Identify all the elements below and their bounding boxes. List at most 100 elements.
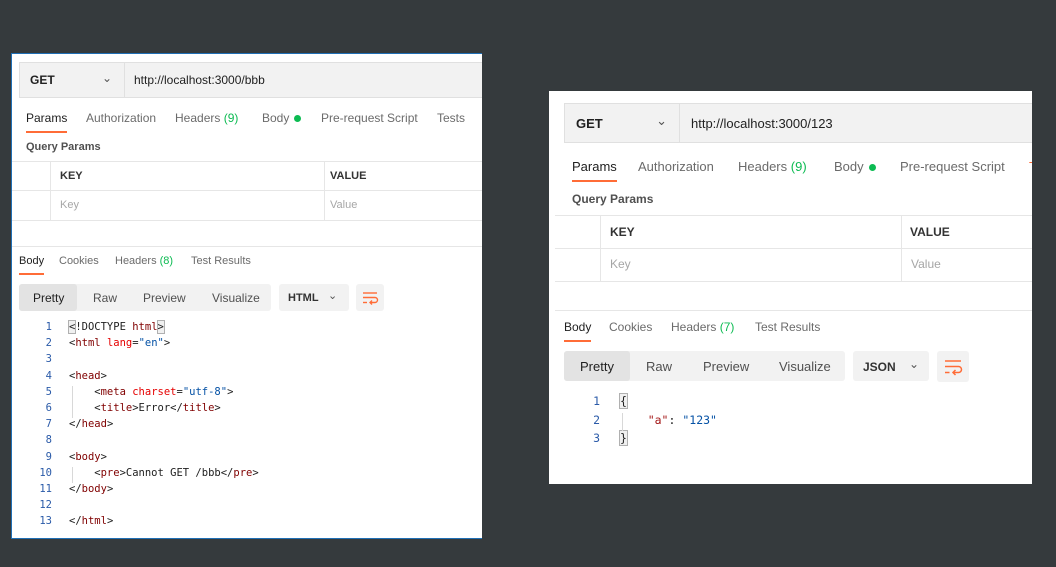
tab-tests[interactable]: Tests	[437, 111, 465, 125]
chevron-down-icon: ⌄	[656, 113, 667, 128]
method-select[interactable]: GET ⌄	[20, 63, 125, 97]
status-dot-icon	[868, 164, 876, 172]
method-label: GET	[576, 116, 603, 131]
line-number: 4	[45, 369, 52, 382]
table-bottom-border	[555, 281, 1032, 282]
tab-body-label: Body	[262, 111, 290, 125]
code-line: </head>	[69, 418, 114, 431]
code-line: }	[619, 430, 628, 446]
line-number: 10	[39, 466, 52, 479]
tab-params[interactable]: Params	[572, 159, 617, 182]
view-visualize[interactable]: Visualize	[779, 359, 831, 374]
response-tab-headers[interactable]: Headers (8)	[115, 255, 173, 267]
wrap-lines-icon	[363, 292, 379, 305]
response-tab-cookies[interactable]: Cookies	[59, 255, 99, 267]
postman-window-right: GET ⌄ http://localhost:3000/123 Params A…	[549, 91, 1032, 484]
wrap-lines-button[interactable]	[356, 284, 384, 311]
table-bottom-border	[12, 220, 482, 221]
code-line: "a": "123"	[647, 412, 717, 427]
view-pretty[interactable]: Pretty	[33, 291, 64, 305]
url-bar: GET ⌄ http://localhost:3000/bbb	[19, 62, 482, 98]
view-raw[interactable]: Raw	[93, 291, 117, 305]
format-select[interactable]: HTML ⌄	[279, 284, 349, 311]
response-tab-headers[interactable]: Headers (7)	[671, 320, 734, 334]
query-params-label: Query Params	[572, 192, 654, 206]
line-number: 3	[45, 353, 52, 366]
indent-guide	[622, 412, 623, 431]
response-divider	[555, 310, 1032, 311]
value-header: VALUE	[910, 225, 950, 239]
chevron-down-icon: ⌄	[909, 357, 920, 371]
value-header: VALUE	[330, 170, 367, 182]
tab-authorization[interactable]: Authorization	[638, 159, 714, 174]
response-headers-label: Headers	[115, 255, 157, 267]
method-select[interactable]: GET ⌄	[565, 104, 680, 142]
line-number: 12	[39, 499, 52, 512]
headers-count: (9)	[790, 159, 807, 174]
wrap-lines-icon	[945, 360, 963, 376]
indent-guide	[72, 385, 73, 419]
response-divider	[12, 246, 482, 247]
tab-body[interactable]: Body	[834, 159, 876, 174]
method-label: GET	[30, 73, 55, 87]
line-number: 7	[45, 418, 52, 431]
url-input[interactable]: http://localhost:3000/123	[691, 116, 833, 131]
code-line: <pre>Cannot GET /bbb</pre>	[69, 466, 259, 479]
chevron-down-icon: ⌄	[328, 290, 338, 302]
line-number: 11	[39, 483, 52, 495]
status-dot-icon	[294, 115, 302, 123]
tab-headers[interactable]: Headers (9)	[175, 111, 238, 125]
response-tab-body[interactable]: Body	[564, 320, 592, 342]
table-col-border	[324, 161, 325, 221]
line-number: 1	[593, 394, 600, 408]
tab-headers-label: Headers	[175, 111, 221, 125]
code-line: </body>	[69, 483, 114, 495]
line-number: 2	[593, 412, 600, 427]
tab-tests-partial[interactable]: T	[1029, 159, 1032, 174]
line-number: 8	[45, 434, 52, 447]
key-input[interactable]: Key	[60, 199, 79, 211]
response-headers-count: (8)	[159, 255, 174, 267]
tab-headers[interactable]: Headers (9)	[738, 159, 807, 174]
tab-body[interactable]: Body	[262, 111, 302, 125]
tab-pre-request-script[interactable]: Pre-request Script	[321, 111, 418, 125]
chevron-down-icon: ⌄	[101, 71, 112, 85]
query-params-label: Query Params	[26, 141, 101, 153]
code-line: <meta charset="utf-8">	[69, 385, 234, 398]
wrap-lines-button[interactable]	[937, 351, 969, 382]
url-input[interactable]: http://localhost:3000/bbb	[134, 73, 265, 87]
code-line: <title>Error</title>	[69, 402, 221, 414]
table-col-border	[50, 161, 51, 221]
tab-authorization[interactable]: Authorization	[86, 111, 156, 125]
indent-guide	[72, 466, 73, 483]
code-line: {	[619, 393, 628, 409]
response-tab-cookies[interactable]: Cookies	[609, 320, 652, 334]
line-number: 2	[45, 337, 52, 350]
line-number: 3	[593, 431, 600, 445]
view-visualize[interactable]: Visualize	[212, 291, 260, 305]
value-input[interactable]: Value	[911, 257, 941, 271]
key-header: KEY	[60, 170, 83, 182]
table-top-border	[555, 215, 1032, 216]
response-tab-test-results[interactable]: Test Results	[755, 320, 820, 334]
tab-params[interactable]: Params	[26, 111, 68, 133]
format-select[interactable]: JSON ⌄	[853, 351, 929, 381]
key-input[interactable]: Key	[610, 257, 631, 271]
response-tab-body[interactable]: Body	[19, 255, 45, 275]
code-line: <!DOCTYPE html>	[67, 320, 165, 334]
table-col-border	[901, 215, 902, 282]
view-preview[interactable]: Preview	[703, 359, 749, 374]
tab-body-label: Body	[834, 159, 864, 174]
tab-pre-request-script[interactable]: Pre-request Script	[900, 159, 1005, 174]
view-pretty[interactable]: Pretty	[580, 359, 614, 374]
key-header: KEY	[610, 225, 635, 239]
line-number: 9	[45, 450, 52, 463]
line-number: 5	[45, 385, 52, 398]
view-preview[interactable]: Preview	[143, 291, 186, 305]
code-line: <html lang="en">	[69, 337, 171, 350]
response-tab-test-results[interactable]: Test Results	[191, 255, 251, 267]
headers-count: (9)	[223, 111, 239, 125]
view-raw[interactable]: Raw	[646, 359, 672, 374]
value-input[interactable]: Value	[330, 199, 357, 211]
view-mode-switch: Pretty Raw Preview Visualize	[19, 284, 271, 311]
